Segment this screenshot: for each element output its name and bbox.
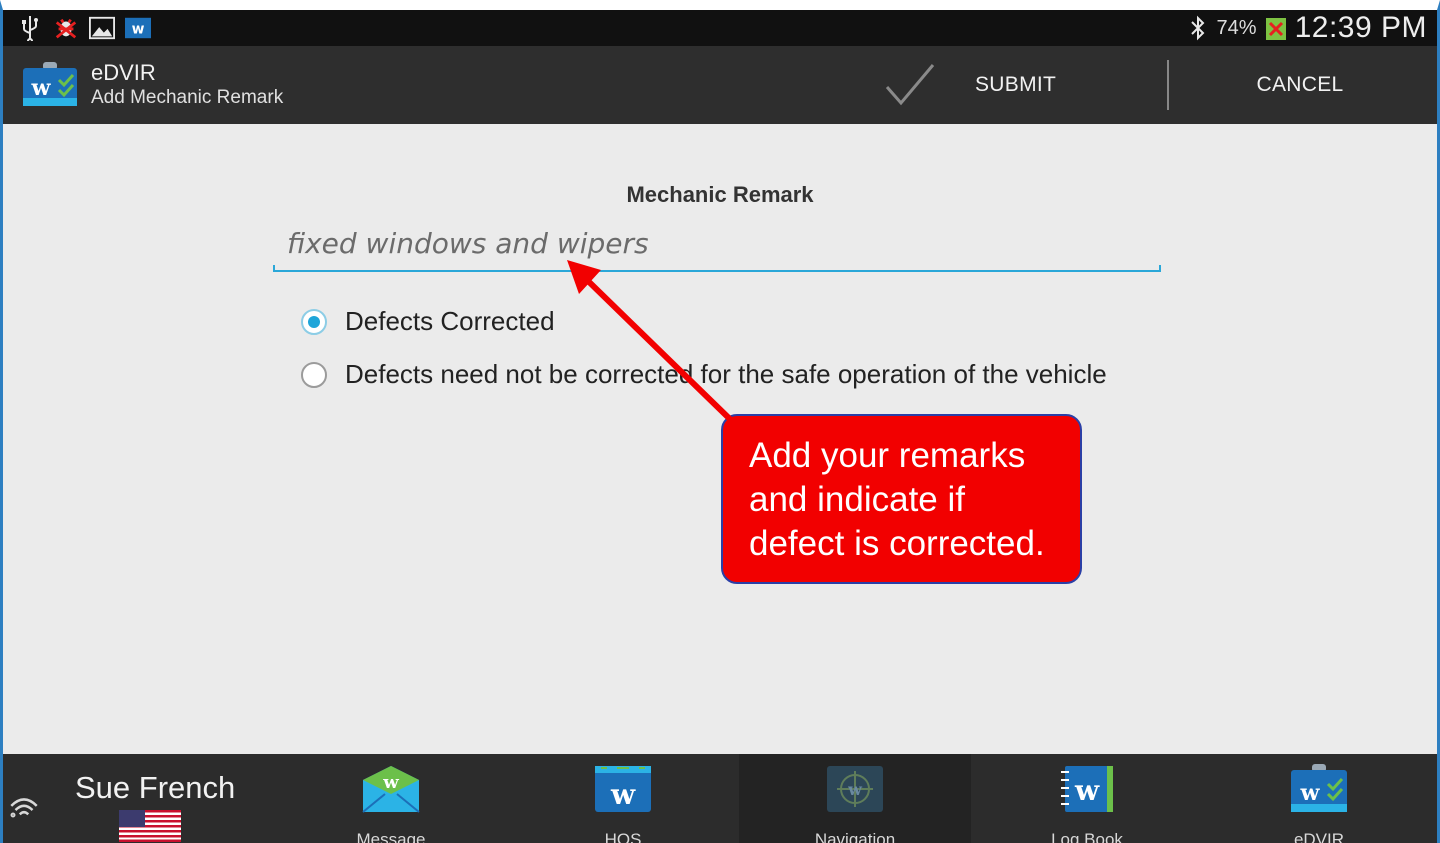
- nav-edvir[interactable]: w eDVIR: [1203, 754, 1435, 843]
- hos-icon: w: [595, 766, 651, 812]
- screen-subtitle: Add Mechanic Remark: [91, 87, 284, 108]
- nav-label: Navigation: [814, 830, 896, 843]
- nav-navigation[interactable]: w Navigation: [739, 754, 971, 843]
- remark-field: [273, 216, 1161, 276]
- svg-text:w: w: [847, 780, 863, 799]
- callout-line: Add your remarks: [749, 436, 1026, 475]
- svg-text:w: w: [1074, 774, 1100, 807]
- device-frame: w 74% 12:39 PM w eDVIR Add Mechanic Rema…: [0, 0, 1440, 843]
- remark-label: Mechanic Remark: [626, 182, 814, 207]
- svg-text:w: w: [132, 22, 145, 38]
- svg-text:w: w: [610, 778, 636, 811]
- radio-label: Defects Corrected: [345, 306, 555, 336]
- app-titles: eDVIR Add Mechanic Remark: [91, 60, 283, 110]
- nav-message[interactable]: w Message: [275, 754, 507, 843]
- battery-percent: 74%: [1216, 16, 1257, 39]
- clock: 12:39 PM: [1294, 11, 1427, 44]
- usb-icon: [17, 15, 43, 41]
- callout-line: and indicate if: [749, 480, 965, 519]
- radio-defects-corrected[interactable]: Defects Corrected: [301, 306, 555, 337]
- nav-label: Log Book: [1051, 830, 1123, 843]
- battery-icon: [1263, 15, 1289, 41]
- edvir-icon: w: [1291, 764, 1347, 812]
- nav-label: Message: [356, 830, 426, 843]
- bottom-navigation: Sue French w Message w HOS w Navigation …: [3, 754, 1437, 843]
- radio-defects-not-needed[interactable]: Defects need not be corrected for the sa…: [301, 359, 1107, 390]
- radio-unchecked-icon[interactable]: [301, 361, 327, 388]
- log-book-icon: w: [1061, 766, 1113, 812]
- submit-label: SUBMIT: [975, 73, 1057, 96]
- submit-button[interactable]: SUBMIT: [875, 46, 1167, 124]
- mechanic-remark-form: Mechanic Remark Defects Corrected Defect…: [3, 124, 1437, 754]
- status-bar-system: 74% 12:39 PM: [1185, 11, 1437, 45]
- action-bar: w eDVIR Add Mechanic Remark SUBMIT CANCE…: [3, 46, 1437, 124]
- us-flag-icon: [119, 810, 181, 842]
- annotation-callout: Add your remarks and indicate if defect …: [721, 414, 1082, 584]
- cancel-button[interactable]: CANCEL: [1169, 46, 1431, 124]
- app-w-icon: w: [125, 15, 151, 41]
- nav-label: HOS: [604, 830, 642, 843]
- navigation-icon: w: [827, 766, 883, 812]
- nav-hos[interactable]: w HOS: [507, 754, 739, 843]
- wifi-signal-icon: [10, 798, 38, 818]
- remark-input[interactable]: [273, 216, 1161, 270]
- radio-checked-icon[interactable]: [301, 308, 327, 335]
- remark-underline: [273, 265, 1161, 272]
- edvir-app-logo[interactable]: w: [21, 62, 79, 108]
- svg-text:w: w: [31, 75, 52, 101]
- nav-label: eDVIR: [1293, 830, 1345, 843]
- status-bar: w 74% 12:39 PM: [3, 10, 1437, 46]
- svg-text:w: w: [1300, 780, 1321, 806]
- nav-log-book[interactable]: w Log Book: [971, 754, 1203, 843]
- radio-label: Defects need not be corrected for the sa…: [345, 359, 1107, 389]
- status-bar-notifications: w: [3, 10, 151, 46]
- message-icon: w: [362, 766, 420, 813]
- checkmark-icon: [885, 64, 935, 106]
- bluetooth-icon: [1185, 15, 1211, 41]
- svg-text:w: w: [382, 772, 399, 793]
- callout-line: defect is corrected.: [749, 524, 1045, 563]
- image-icon: [89, 15, 115, 41]
- app-title: eDVIR: [91, 60, 156, 85]
- bug-icon: [53, 15, 79, 41]
- driver-profile[interactable]: Sue French: [3, 754, 275, 843]
- driver-name: Sue French: [75, 770, 236, 805]
